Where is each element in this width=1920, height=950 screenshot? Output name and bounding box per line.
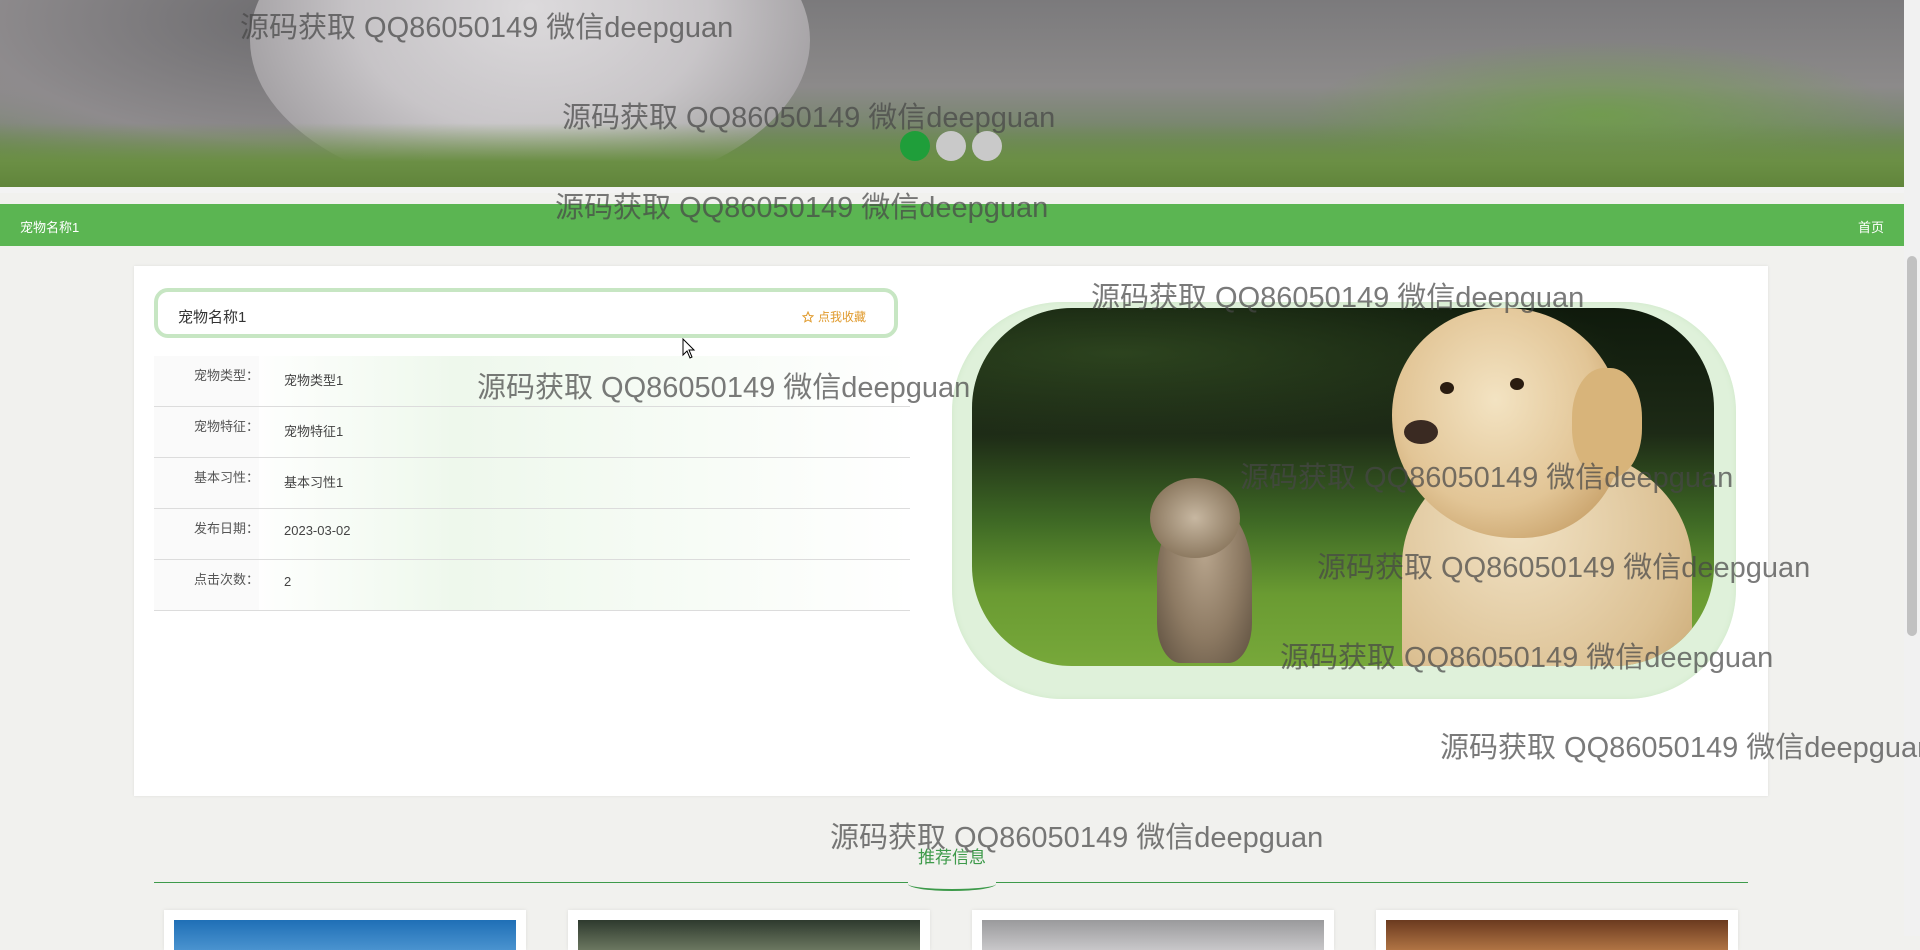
field-row-habit: 基本习性： 基本习性1 [154, 458, 910, 509]
hero-banner [0, 0, 1904, 193]
banner-bottom-edge [0, 187, 1904, 193]
star-outline-icon [801, 310, 814, 323]
recommend-title: 推荐信息 [918, 848, 986, 867]
detail-panel: 宠物名称1 点我收藏 宠物类型： 宠物类型1 宠物特征： 宠物特征1 基本习性：… [134, 266, 1768, 796]
field-row-publish-date: 发布日期： 2023-03-02 [154, 509, 910, 560]
recommend-thumb [578, 920, 920, 950]
field-value: 2 [284, 574, 292, 589]
detail-title-box: 宠物名称1 点我收藏 [154, 288, 898, 338]
page-scrollbar-thumb[interactable] [1907, 256, 1917, 636]
recommend-thumb [982, 920, 1324, 950]
carousel-dot-2[interactable] [936, 131, 966, 161]
carousel-dot-1[interactable] [900, 131, 930, 161]
field-value: 2023-03-02 [284, 523, 351, 538]
field-value: 宠物特征1 [284, 424, 344, 439]
home-link[interactable]: 首页 [1858, 217, 1884, 236]
recommend-card[interactable] [568, 910, 930, 950]
field-row-click-count: 点击次数： 2 [154, 560, 910, 611]
field-row-pet-type: 宠物类型： 宠物类型1 [154, 356, 910, 407]
photo-dog-ear [1572, 368, 1642, 478]
breadcrumb-bar: 宠物名称1 首页 [0, 204, 1904, 246]
field-label: 宠物特征： [154, 407, 259, 457]
field-label: 点击次数： [154, 560, 259, 610]
field-label: 宠物类型： [154, 356, 259, 406]
favorite-label: 点我收藏 [817, 310, 866, 324]
detail-fields: 宠物类型： 宠物类型1 宠物特征： 宠物特征1 基本习性： 基本习性1 发布日期… [154, 356, 910, 611]
photo-kitten-head [1150, 478, 1240, 558]
carousel-indicators [900, 131, 1002, 161]
recommend-card[interactable] [972, 910, 1334, 950]
field-label: 基本习性： [154, 458, 259, 508]
pet-name-title: 宠物名称1 [178, 309, 247, 326]
photo-dog-eye [1510, 378, 1524, 390]
recommend-thumb [174, 920, 516, 950]
field-label: 发布日期： [154, 509, 259, 559]
recommend-card[interactable] [1376, 910, 1738, 950]
field-row-pet-feature: 宠物特征： 宠物特征1 [154, 407, 910, 458]
photo-dog-nose [1404, 420, 1438, 444]
photo-dog-eye [1440, 382, 1454, 394]
favorite-button[interactable]: 点我收藏 [801, 308, 866, 325]
breadcrumb-current[interactable]: 宠物名称1 [20, 217, 79, 236]
mouse-cursor-icon [682, 338, 696, 359]
carousel-dot-3[interactable] [972, 131, 1002, 161]
recommend-thumb [1386, 920, 1728, 950]
recommend-card[interactable] [164, 910, 526, 950]
field-value: 基本习性1 [284, 475, 344, 490]
pet-photo [972, 308, 1714, 666]
recommend-divider-notch [908, 877, 996, 891]
field-value: 宠物类型1 [284, 373, 344, 388]
